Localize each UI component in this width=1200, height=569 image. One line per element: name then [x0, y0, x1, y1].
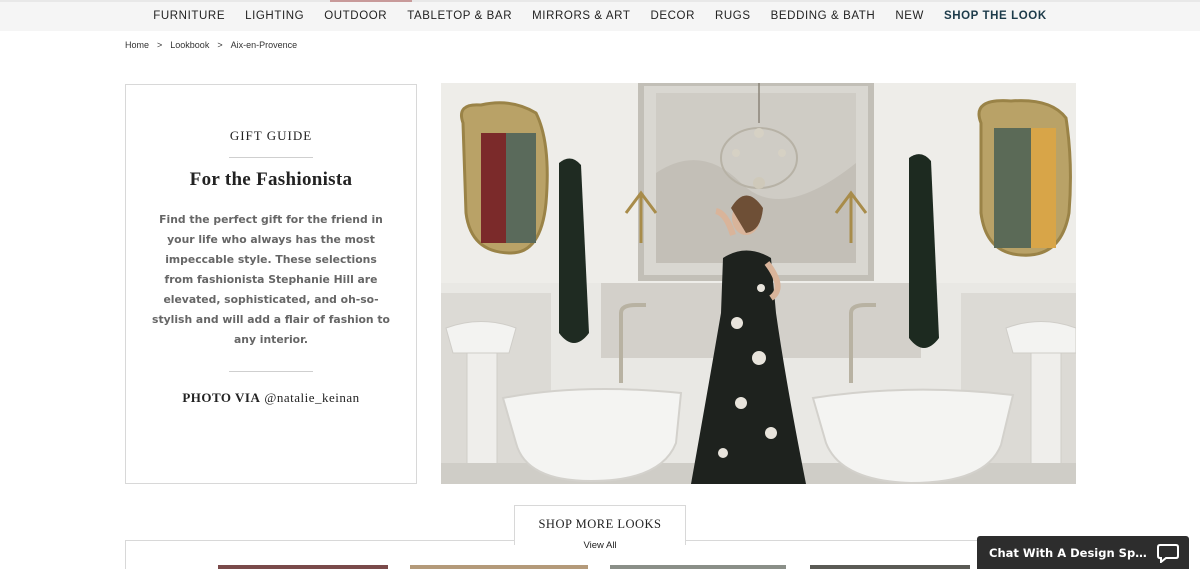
nav-item-outdoor[interactable]: OUTDOOR	[314, 2, 397, 31]
chat-widget-button[interactable]: Chat With A Design Specialist	[977, 536, 1189, 569]
nav-item-bedding-bath[interactable]: BEDDING & BATH	[761, 2, 886, 31]
breadcrumb: Home > Lookbook > Aix-en-Provence	[125, 40, 297, 50]
nav-list: FURNITURE LIGHTING OUTDOOR TABLETOP & BA…	[0, 2, 1200, 31]
nav-item-tabletop-bar[interactable]: TABLETOP & BAR	[397, 2, 522, 31]
card-description: Find the perfect gift for the friend in …	[152, 213, 390, 346]
hero-photo	[441, 83, 1076, 484]
photo-credit-handle[interactable]: @natalie_keinan	[264, 390, 359, 405]
breadcrumb-separator: >	[217, 40, 223, 50]
card-kicker: GIFT GUIDE	[229, 128, 313, 143]
look-thumbnail[interactable]	[810, 565, 970, 569]
card-divider-top	[229, 157, 313, 158]
chat-bubble-icon	[1157, 543, 1179, 565]
shop-more-looks-tab: SHOP MORE LOOKS View All	[514, 505, 686, 552]
photo-credit-label: PHOTO VIA	[182, 390, 261, 405]
breadcrumb-lookbook[interactable]: Lookbook	[170, 40, 209, 50]
breadcrumb-current: Aix-en-Provence	[230, 40, 298, 50]
nav-item-decor[interactable]: DECOR	[640, 2, 705, 31]
look-thumbnail[interactable]	[410, 565, 588, 569]
look-thumbnail[interactable]	[218, 565, 388, 569]
nav-item-lighting[interactable]: LIGHTING	[235, 2, 314, 31]
hero-photo-illustration	[441, 83, 1076, 484]
breadcrumb-home[interactable]: Home	[125, 40, 149, 50]
breadcrumb-separator: >	[157, 40, 163, 50]
chat-widget-label: Chat With A Design Specialist	[989, 546, 1149, 560]
nav-item-new[interactable]: NEW	[885, 2, 934, 31]
shop-more-looks-title: SHOP MORE LOOKS	[538, 517, 662, 531]
top-navigation: FURNITURE LIGHTING OUTDOOR TABLETOP & BA…	[0, 0, 1200, 31]
gift-guide-card: GIFT GUIDE For the Fashionista Find the …	[125, 84, 417, 484]
view-all-link[interactable]: View All	[515, 540, 685, 552]
look-thumbnail[interactable]	[610, 565, 786, 569]
nav-item-shop-the-look[interactable]: SHOP THE LOOK	[934, 2, 1057, 31]
nav-item-mirrors-art[interactable]: MIRRORS & ART	[522, 2, 640, 31]
photo-credit: PHOTO VIA @natalie_keinan	[126, 390, 416, 406]
card-title: For the Fashionista	[189, 169, 353, 190]
nav-item-rugs[interactable]: RUGS	[705, 2, 761, 31]
nav-item-furniture[interactable]: FURNITURE	[143, 2, 235, 31]
card-divider-bottom	[229, 371, 313, 372]
